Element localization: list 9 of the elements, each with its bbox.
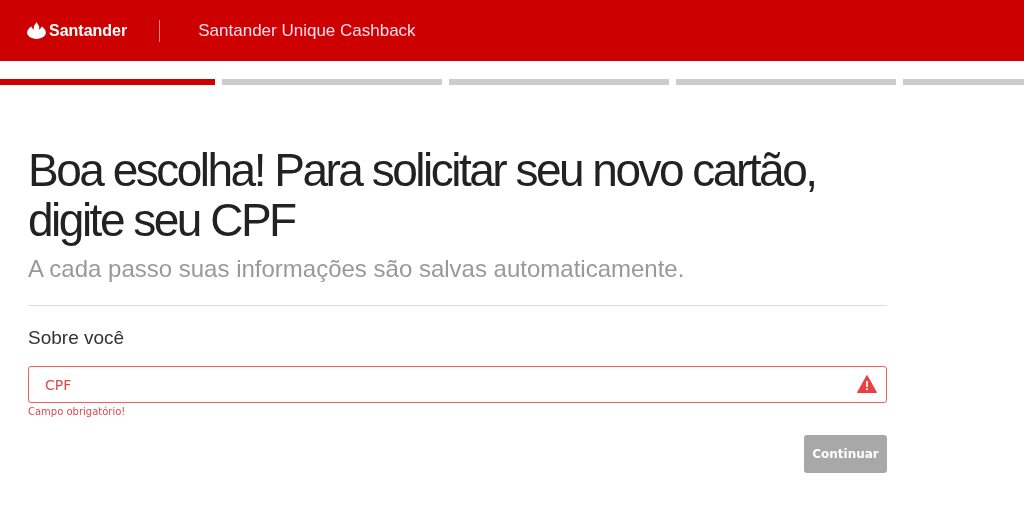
- section-title: Sobre você: [28, 327, 126, 349]
- page-title: Boa escolha! Para solicitar seu novo cartão, digite seu CPF: [28, 145, 817, 245]
- error-message: Campo obrigatório!: [28, 406, 127, 417]
- warning-icon: [857, 375, 877, 393]
- product-title: Santander Unique Cashback: [198, 20, 416, 41]
- brand-name[interactable]: Santander: [49, 21, 128, 40]
- subtitle: A cada passo suas informações são salvas automaticamente.: [28, 255, 686, 283]
- cpf-field[interactable]: CPF: [28, 366, 887, 403]
- flame-icon: [27, 22, 46, 39]
